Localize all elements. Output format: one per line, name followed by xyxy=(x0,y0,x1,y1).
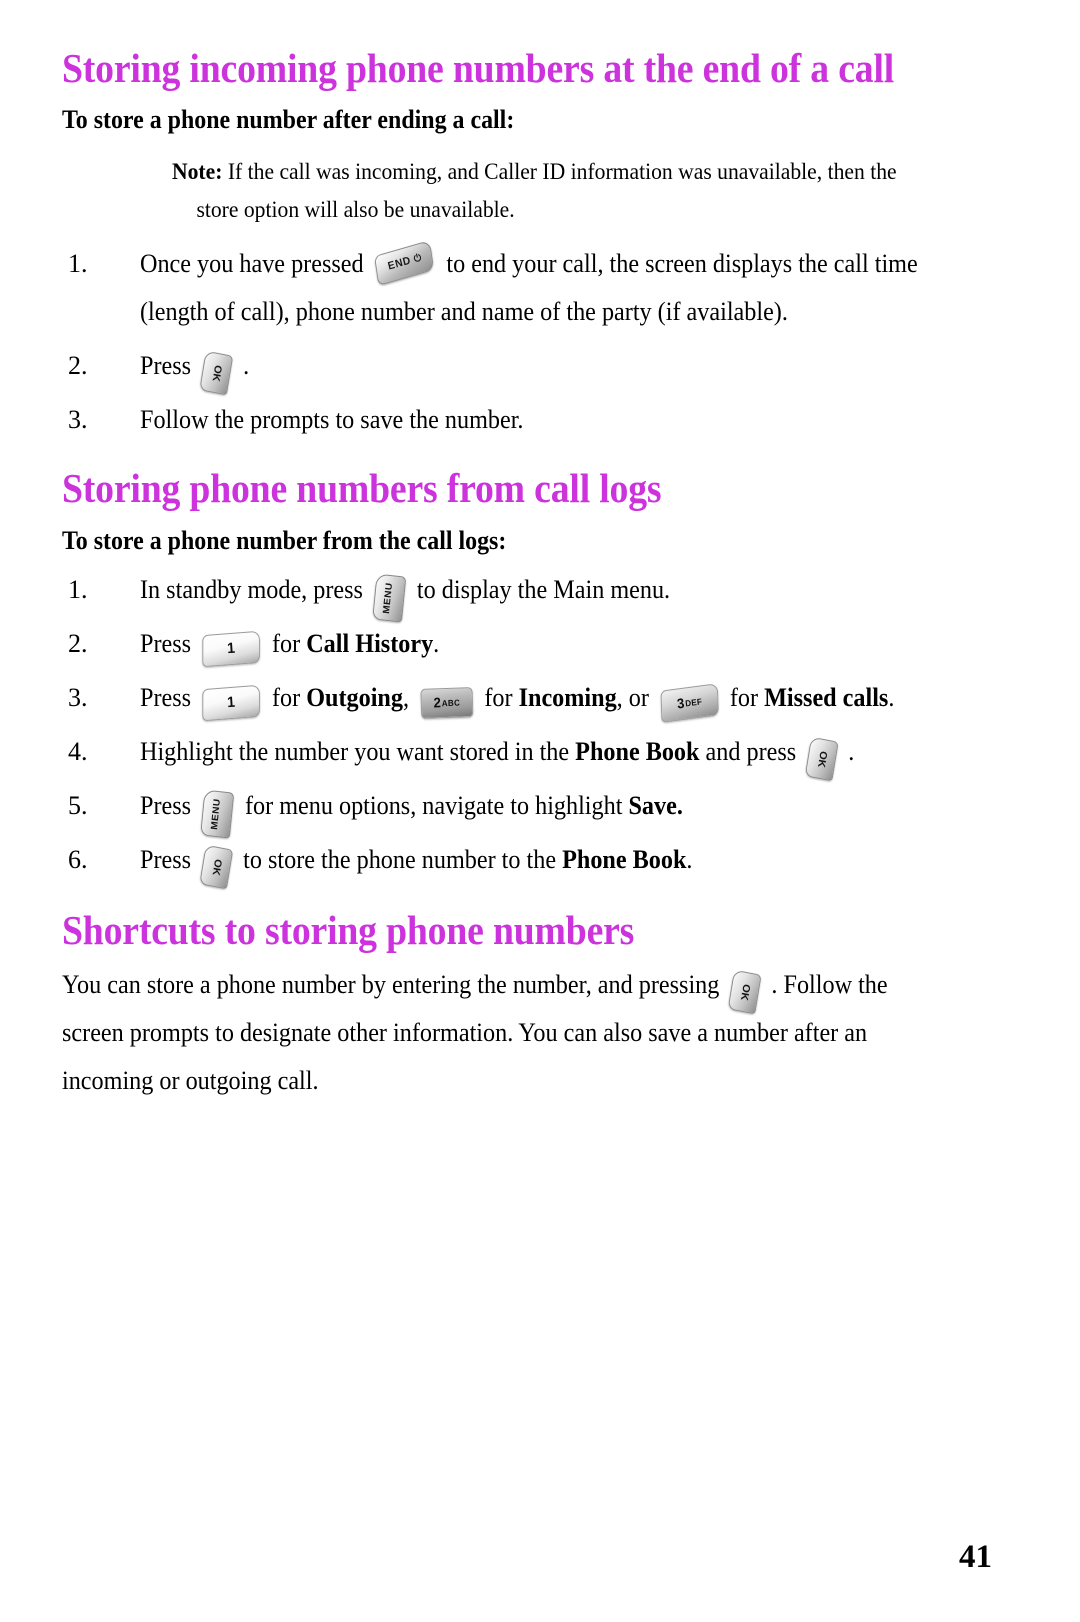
step-text-after: to display the Main menu. xyxy=(416,574,671,604)
step-text-after: to store the phone number to the xyxy=(243,845,557,875)
step-text-before: Once you have pressed xyxy=(140,248,364,278)
step-item: 6. Press OK to store the phone number to… xyxy=(62,836,992,890)
page-number: 41 xyxy=(959,1539,992,1575)
step-item: 2. Press 1 for Call History. xyxy=(62,620,992,668)
step-number: 1. xyxy=(68,248,88,278)
ok-key-icon: OK xyxy=(804,736,839,782)
menu-key-icon: MENU xyxy=(372,573,407,623)
key-1-label: 1 xyxy=(202,685,262,721)
section-3-title: Shortcuts to storing phone numbers xyxy=(62,907,635,954)
section-3-paragraph: You can store a phone number by entering… xyxy=(62,961,927,1105)
step-text: Press 1 for Call History. xyxy=(140,620,932,668)
step-text: Follow the prompts to save the number. xyxy=(140,405,524,435)
step-text-after: and press xyxy=(705,737,797,767)
step-text-plain: for xyxy=(484,682,513,712)
ok-key-icon: OK xyxy=(199,350,234,396)
key-letters: DEF xyxy=(684,696,703,709)
key-1-icon: 1 xyxy=(202,684,262,722)
key-digit: 1 xyxy=(227,639,236,658)
step-text-bold: Incoming xyxy=(518,682,617,712)
step-item: 2. Press OK . xyxy=(62,342,992,396)
key-2-icon: 2 ABC xyxy=(420,687,474,719)
note-block: Note: If the call was incoming, and Call… xyxy=(172,153,943,228)
section-2-steps: 1. In standby mode, press MENU to displa… xyxy=(62,566,992,890)
menu-key-label: MENU xyxy=(382,581,396,614)
section-1-steps: 1. Once you have pressed END ⏻ to end yo… xyxy=(62,240,992,444)
note-text: If the call was incoming, and Caller ID … xyxy=(196,159,897,222)
step-number: 2. xyxy=(68,351,88,381)
menu-key-icon: MENU xyxy=(200,789,235,839)
step-number: 2. xyxy=(68,628,88,658)
step-text-plain: for xyxy=(271,682,301,712)
step-text-tail: . xyxy=(888,682,895,712)
ok-key-label: OK xyxy=(209,364,224,383)
key-letters: ABC xyxy=(441,697,461,709)
step-text-after: for menu options, navigate to highlight xyxy=(245,791,623,821)
step-number: 6. xyxy=(68,845,88,875)
step-text: Press MENU for menu options, navigate to… xyxy=(140,782,932,839)
step-text-plain: , or xyxy=(616,682,649,712)
page-title: Storing incoming phone numbers at the en… xyxy=(62,45,895,91)
step-item: 3. Follow the prompts to save the number… xyxy=(62,396,992,444)
step-text-bold: Outgoing xyxy=(306,682,403,712)
ok-key-icon: OK xyxy=(199,844,234,890)
step-text-after: . xyxy=(243,351,250,381)
step-text: Once you have pressed END ⏻ to end your … xyxy=(140,240,932,336)
step-item: 5. Press MENU for menu options, navigate… xyxy=(62,782,992,839)
step-text-before: Press xyxy=(140,351,192,381)
step-text: Highlight the number you want stored in … xyxy=(140,728,932,782)
step-item: 1. Once you have pressed END ⏻ to end yo… xyxy=(62,240,992,336)
step-text: Press OK . xyxy=(140,342,932,396)
step-number: 1. xyxy=(68,574,88,604)
step-item: 4. Highlight the number you want stored … xyxy=(62,728,992,782)
ok-key-label: OK xyxy=(815,749,829,769)
step-text: Press OK to store the phone number to th… xyxy=(140,836,932,890)
key-3-icon: 3 DEF xyxy=(660,683,719,723)
step-text-bold: Save. xyxy=(628,791,683,821)
step-number: 3. xyxy=(68,682,88,712)
end-key-icon: END ⏻ xyxy=(374,240,435,286)
ok-key-label: OK xyxy=(209,858,224,877)
manual-page: Storing incoming phone numbers at the en… xyxy=(0,0,1080,1622)
key-1-icon: 1 xyxy=(202,630,262,668)
ok-key-label: OK xyxy=(738,982,752,1001)
key-2-label: 2 ABC xyxy=(420,687,473,719)
step-text-bold: Phone Book xyxy=(562,845,687,875)
ok-key-icon: OK xyxy=(727,969,762,1014)
note-label: Note: xyxy=(172,159,223,185)
step-text-plain: for xyxy=(271,628,301,658)
step-text-before: Highlight the number you want stored in … xyxy=(140,737,570,767)
step-text-comma: , xyxy=(402,682,410,712)
step-text-before: Press xyxy=(140,791,192,821)
step-text-bold: Missed calls xyxy=(764,682,889,712)
section-2-subtitle: To store a phone number from the call lo… xyxy=(62,525,507,555)
key-1-label: 1 xyxy=(202,631,262,667)
step-number: 4. xyxy=(68,737,88,767)
step-text-before: Press xyxy=(140,682,192,712)
step-number: 5. xyxy=(68,791,88,821)
key-digit: 2 xyxy=(433,694,441,711)
menu-key-label: MENU xyxy=(210,797,224,831)
step-number: 3. xyxy=(68,405,88,435)
key-3-label: 3 DEF xyxy=(659,683,720,722)
step-text-bold: Call History xyxy=(306,628,434,658)
step-text-before: Press xyxy=(140,628,192,658)
step-text-tail: . xyxy=(848,737,855,767)
step-text-before: Press xyxy=(140,845,192,875)
step-text-plain: for xyxy=(729,682,759,712)
section-1-subtitle: To store a phone number after ending a c… xyxy=(62,105,515,135)
step-text: In standby mode, press MENU to display t… xyxy=(140,566,932,623)
step-text: Press 1 for Outgoing, 2 ABC for Incoming,… xyxy=(140,674,932,723)
step-text-tail: . xyxy=(433,628,440,658)
paragraph-part-1: You can store a phone number by entering… xyxy=(62,969,720,999)
step-text-before: In standby mode, press xyxy=(140,574,363,604)
step-text-bold: Phone Book xyxy=(575,737,700,767)
key-digit: 1 xyxy=(227,693,236,712)
section-2-title: Storing phone numbers from call logs xyxy=(62,465,662,512)
step-text-tail: . xyxy=(686,845,693,875)
step-item: 1. In standby mode, press MENU to displa… xyxy=(62,566,992,623)
step-item: 3. Press 1 for Outgoing, 2 ABC for Incomi… xyxy=(62,674,992,723)
